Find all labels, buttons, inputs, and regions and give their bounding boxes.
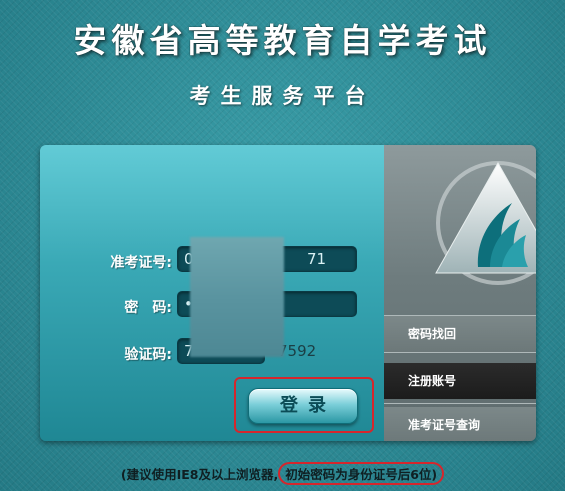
side-divider xyxy=(384,403,536,404)
page-title: 安徽省高等教育自学考试 xyxy=(73,21,492,60)
page-subtitle: 考生服务平台 xyxy=(189,83,376,108)
privacy-blur xyxy=(190,237,284,357)
captcha-label: 验证码: xyxy=(124,347,172,363)
side-divider xyxy=(384,352,536,353)
side-link-ticket-query[interactable]: 准考证号查询 xyxy=(384,407,536,441)
login-button-highlight xyxy=(234,377,374,433)
exam-logo-icon xyxy=(435,161,536,285)
ticket-number-label: 准考证号: xyxy=(110,255,172,271)
side-link-register[interactable]: 注册账号 xyxy=(384,363,536,399)
browser-tip: (建议使用IE8及以上浏览器, 初始密码为身份证号后6位) xyxy=(0,462,565,485)
initial-password-tip: 初始密码为身份证号后6位) xyxy=(278,462,445,485)
ticket-number-value-end: 71 xyxy=(307,250,327,268)
side-link-password-recovery[interactable]: 密码找回 xyxy=(384,316,536,352)
browser-tip-text: (建议使用IE8及以上浏览器, xyxy=(120,467,279,482)
side-menu: 密码找回 注册账号 准考证号查询 xyxy=(384,145,536,441)
password-label: 密 码: xyxy=(124,300,172,316)
